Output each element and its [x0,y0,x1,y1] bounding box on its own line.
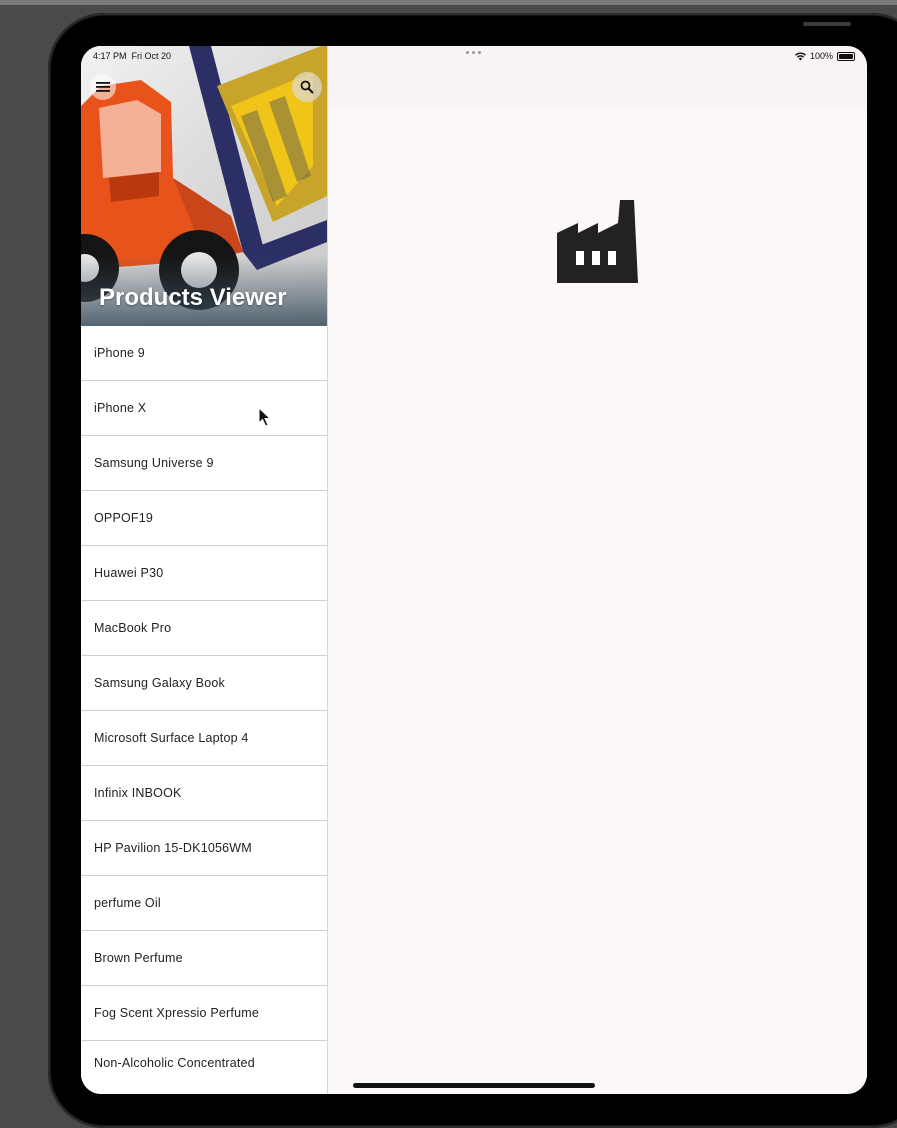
list-item[interactable]: iPhone X [81,381,327,436]
list-item[interactable]: Microsoft Surface Laptop 4 [81,711,327,766]
top-button [803,22,851,26]
mouse-cursor-icon [258,407,272,427]
navigation-drawer: Products Viewer iPhone 9 iPhone X Samsun… [81,46,328,1094]
list-item[interactable]: Samsung Universe 9 [81,436,327,491]
list-item[interactable]: Fog Scent Xpressio Perfume [81,986,327,1041]
window-top-strip [0,0,897,5]
wifi-icon [794,51,806,60]
list-item-label: HP Pavilion 15-DK1056WM [94,841,252,855]
list-item[interactable]: HP Pavilion 15-DK1056WM [81,821,327,876]
list-item[interactable]: Infinix INBOOK [81,766,327,821]
list-item-label: Huawei P30 [94,566,164,580]
list-item-label: Infinix INBOOK [94,786,182,800]
list-item[interactable]: Huawei P30 [81,546,327,601]
list-item-label: iPhone X [94,401,147,415]
list-item-label: Samsung Universe 9 [94,456,214,470]
list-item-label: Fog Scent Xpressio Perfume [94,1006,259,1020]
list-item-label: MacBook Pro [94,621,172,635]
factory-icon [557,200,638,283]
list-item-label: Brown Perfume [94,951,183,965]
list-item[interactable]: Brown Perfume [81,931,327,986]
drawer-title: Products Viewer [99,284,287,311]
list-item-label: Samsung Galaxy Book [94,676,225,690]
drawer-header: Products Viewer [81,46,327,326]
menu-button[interactable] [90,74,116,100]
battery-icon [837,51,855,61]
list-item[interactable]: Samsung Galaxy Book [81,656,327,711]
multitasking-dots[interactable] [466,51,481,54]
status-indicators: 100% [794,51,855,61]
status-time: 4:17 PM Fri Oct 20 [93,51,171,61]
list-item-label: OPPOF19 [94,511,154,525]
list-item[interactable]: Non-Alcoholic Concentrated [81,1041,327,1085]
list-item[interactable]: MacBook Pro [81,601,327,656]
status-bar: 4:17 PM Fri Oct 20 100% [81,46,867,68]
list-item[interactable]: iPhone 9 [81,326,327,381]
list-item-label: Non-Alcoholic Concentrated [94,1056,255,1070]
search-icon [300,80,314,94]
search-button[interactable] [292,72,322,102]
list-item-label: iPhone 9 [94,346,145,360]
battery-percent: 100% [809,51,833,61]
status-date: Fri Oct 20 [131,51,172,61]
product-list: iPhone 9 iPhone X Samsung Universe 9 OPP… [81,326,327,1085]
menu-icon [96,82,110,92]
list-item-label: perfume Oil [94,896,161,910]
list-item[interactable]: OPPOF19 [81,491,327,546]
home-indicator[interactable] [353,1083,595,1088]
list-item[interactable]: perfume Oil [81,876,327,931]
status-clock: 4:17 PM [93,51,127,61]
list-item-label: Microsoft Surface Laptop 4 [94,731,249,745]
tablet-screen: 4:17 PM Fri Oct 20 100% Products Viewer … [81,46,867,1094]
